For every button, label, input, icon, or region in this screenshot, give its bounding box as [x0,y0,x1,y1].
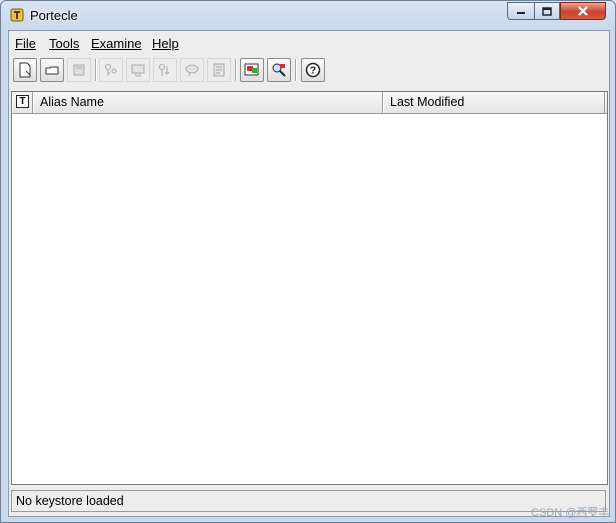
svg-text:?: ? [310,66,316,77]
new-keystore-icon [19,62,31,78]
menu-file[interactable]: File [15,36,36,51]
toolbar-separator [95,59,97,81]
save-keystore-icon [73,64,85,76]
examine-ssl-icon [272,63,286,77]
new-keystore-button[interactable] [13,58,37,82]
menu-help[interactable]: Help [152,36,179,51]
close-icon [578,6,588,16]
generate-keypair-icon [105,64,117,76]
import-keypair-icon [159,64,170,76]
import-trusted-cert-button[interactable] [126,58,150,82]
column-header-type[interactable]: T [12,92,33,113]
set-password-icon [185,64,199,77]
examine-certificate-icon [244,63,259,76]
toolbar-separator [295,59,297,81]
menu-examine[interactable]: Examine [91,36,142,51]
title-bar[interactable]: Portecle [1,1,615,29]
client-area: File Tools Examine Help ? T Alias Name L… [8,30,610,517]
portecle-app-icon [10,8,24,22]
app-window: Portecle File Tools Examine Help ? T Ali… [0,0,616,523]
help-icon: ? [305,62,321,78]
examine-ssl-button[interactable] [267,58,291,82]
status-bar: No keystore loaded [11,490,606,512]
open-keystore-button[interactable] [40,58,64,82]
table-header: T Alias Name Last Modified [12,92,607,114]
import-keypair-button[interactable] [153,58,177,82]
column-header-last-modified[interactable]: Last Modified [383,92,605,113]
menu-tools[interactable]: Tools [49,36,79,51]
menu-bar: File Tools Examine Help [9,31,609,53]
help-button[interactable]: ? [301,58,325,82]
window-title: Portecle [30,8,78,23]
toolbar: ? [9,55,609,89]
column-header-alias-name[interactable]: Alias Name [33,92,383,113]
set-password-button[interactable] [180,58,204,82]
watermark: CSDN @西罗丰 [531,507,610,519]
open-keystore-icon [45,66,59,75]
maximize-icon [542,6,552,16]
minimize-button[interactable] [507,2,534,20]
keystore-report-button[interactable] [207,58,231,82]
keystore-entries-table[interactable]: T Alias Name Last Modified [11,91,608,485]
minimize-icon [517,12,525,14]
import-trusted-cert-icon [131,64,145,77]
entry-type-icon: T [16,95,29,108]
close-button[interactable] [560,2,606,20]
maximize-button[interactable] [534,2,560,20]
save-keystore-button[interactable] [67,58,91,82]
examine-certificate-button[interactable] [240,58,264,82]
keystore-report-icon [213,63,225,77]
generate-keypair-button[interactable] [99,58,123,82]
toolbar-separator [235,59,237,81]
